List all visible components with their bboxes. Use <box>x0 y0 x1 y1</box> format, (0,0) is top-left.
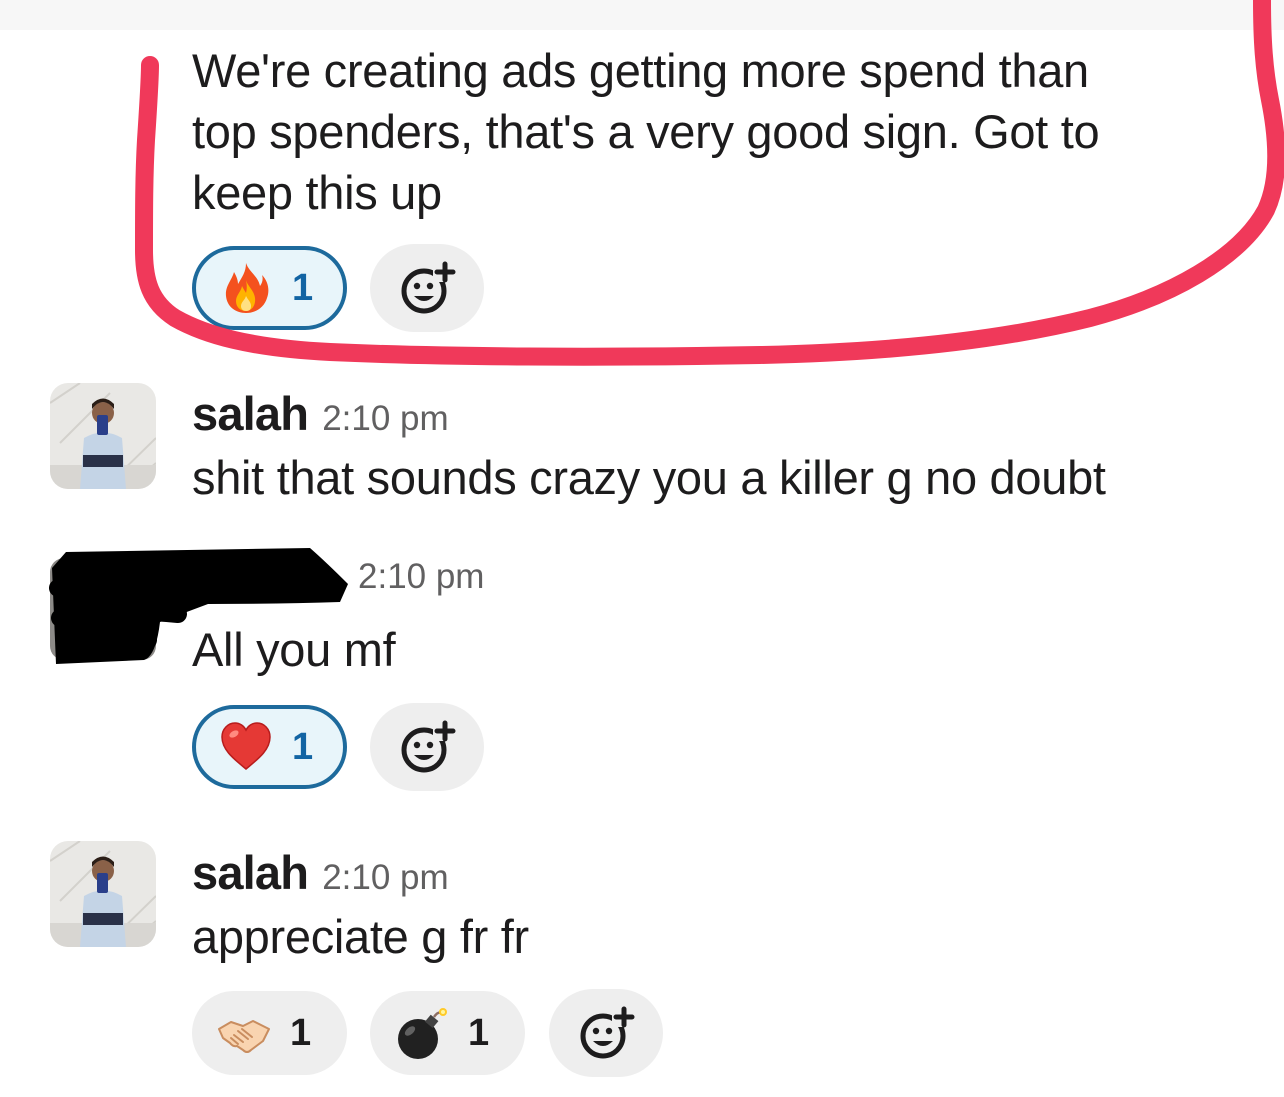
add-reaction-icon <box>401 720 456 773</box>
message-thread: We're creating ads getting more spend th… <box>0 0 1284 1097</box>
reaction-count: 1 <box>292 725 314 768</box>
reaction-fire[interactable]: 1 <box>192 246 347 330</box>
author-name[interactable]: salah <box>192 845 309 900</box>
reaction-handshake[interactable]: 1 <box>192 991 347 1075</box>
reaction-bomb[interactable]: 1 <box>370 991 525 1075</box>
avatar-photo <box>50 841 156 947</box>
author-name[interactable]: salah <box>192 386 309 441</box>
message-text-3: All you mf <box>192 623 396 676</box>
add-reaction-button[interactable] <box>370 703 484 791</box>
add-reaction-icon <box>580 1006 635 1059</box>
avatar-photo <box>50 383 156 489</box>
reaction-count: 1 <box>290 1011 312 1054</box>
timestamp[interactable]: 2:10 pm <box>358 557 484 597</box>
message-header-2: salah 2:10 pm <box>192 386 449 446</box>
red-heart-emoji-icon <box>221 722 271 770</box>
message-header-4: salah 2:10 pm <box>192 845 449 905</box>
message-text-4: appreciate g fr fr <box>192 910 529 963</box>
timestamp[interactable]: 2:10 pm <box>322 858 448 898</box>
avatar-salah[interactable] <box>50 383 156 489</box>
bomb-emoji-icon <box>398 1008 447 1059</box>
reaction-count: 1 <box>468 1011 490 1054</box>
message-text-2: shit that sounds crazy you a killer g no… <box>192 451 1106 504</box>
avatar-salah[interactable] <box>50 841 156 947</box>
previous-message-edge <box>0 0 1284 30</box>
add-reaction-icon <box>401 261 456 314</box>
add-reaction-button[interactable] <box>549 989 663 1077</box>
reaction-heart[interactable]: 1 <box>192 705 347 789</box>
fire-emoji-icon <box>225 263 269 313</box>
reaction-count: 1 <box>292 266 314 309</box>
message-text-1: We're creating ads getting more spend th… <box>192 44 1100 219</box>
handshake-emoji-icon <box>218 1020 270 1053</box>
timestamp[interactable]: 2:10 pm <box>322 399 448 439</box>
add-reaction-button[interactable] <box>370 244 484 332</box>
